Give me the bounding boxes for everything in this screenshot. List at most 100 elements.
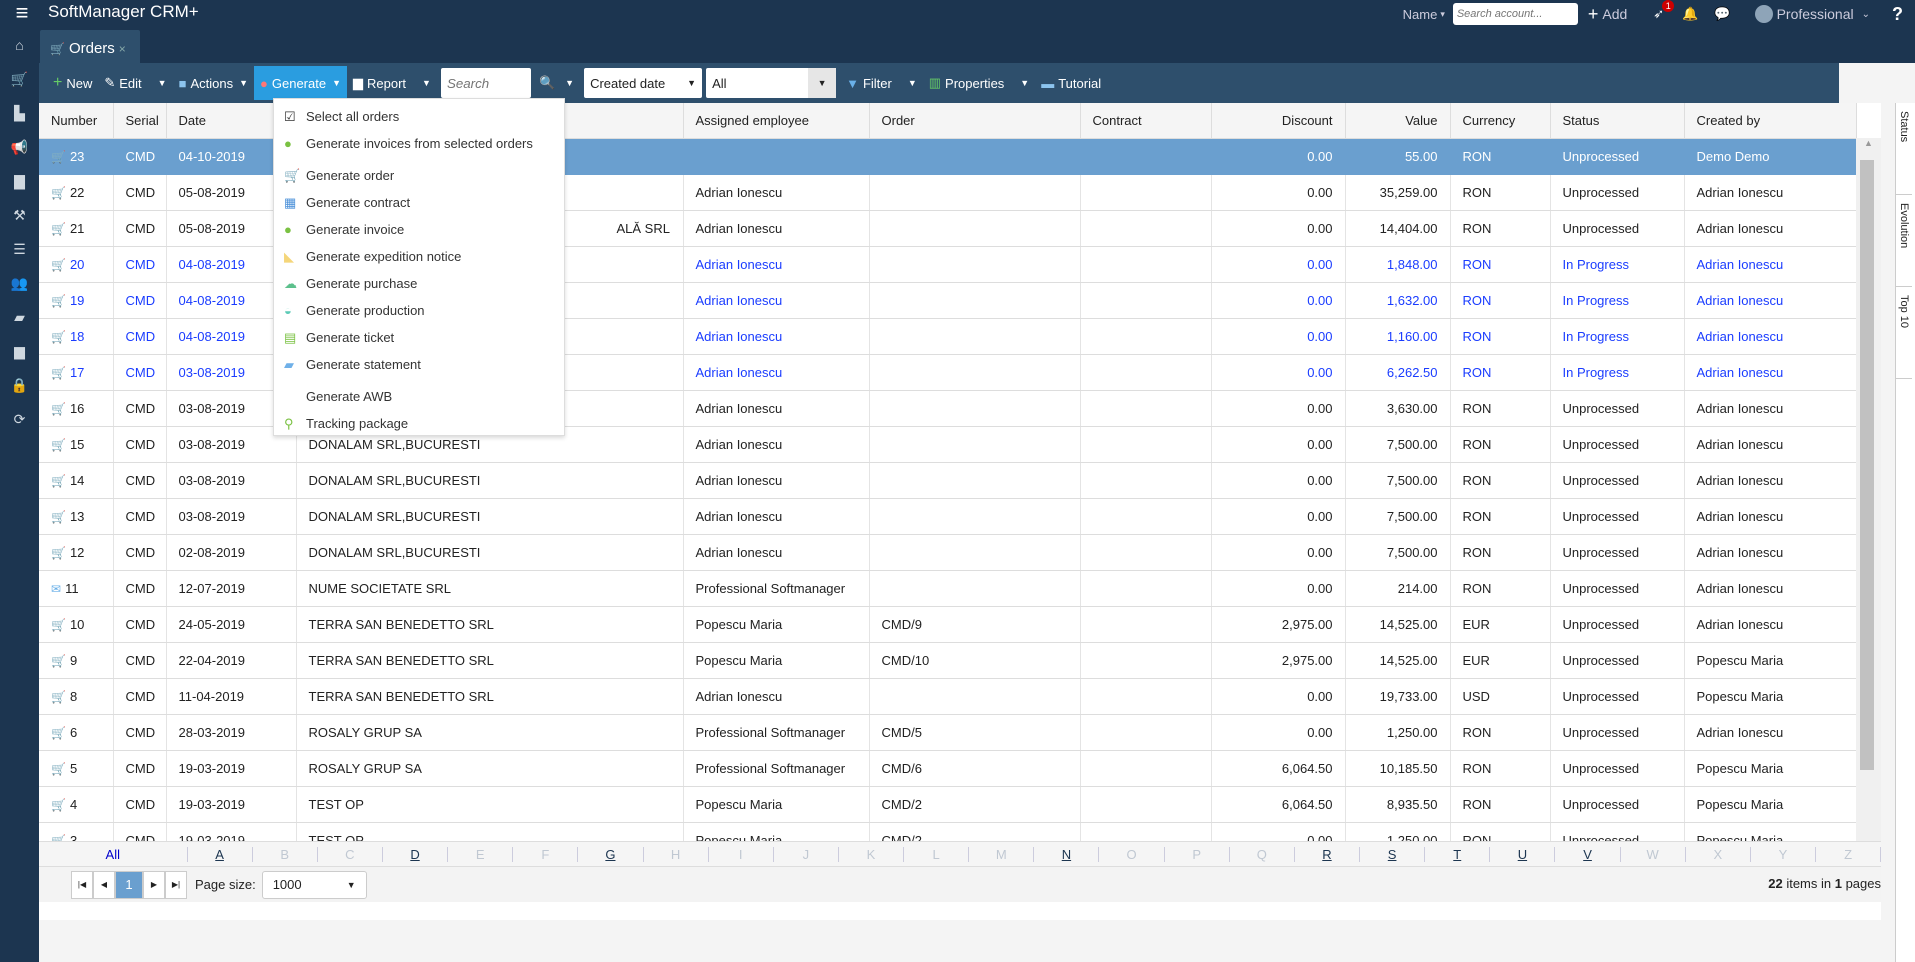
- alphabet-letter-s[interactable]: S: [1360, 846, 1426, 862]
- alphabet-letter-f[interactable]: F: [513, 846, 579, 862]
- page-size-select[interactable]: 1000 ▼: [261, 870, 367, 899]
- alphabet-letter-q[interactable]: Q: [1230, 846, 1295, 862]
- column-header[interactable]: Assigned employee: [683, 103, 870, 139]
- refresh-icon[interactable]: ⟳: [0, 402, 39, 436]
- column-header[interactable]: Value: [1345, 103, 1451, 139]
- table-row[interactable]: 🛒 3 CMD 19-03-2019 TEST OP Popescu Maria CMD/2…: [39, 822, 1857, 841]
- menu-item-generate-invoice[interactable]: ● Generate invoice: [274, 216, 564, 243]
- tutorial-button[interactable]: ▬ Tutorial: [1035, 66, 1107, 100]
- alphabet-letter-m[interactable]: M: [969, 846, 1035, 862]
- alphabet-letter-k[interactable]: K: [839, 846, 905, 862]
- filter-button[interactable]: ▼ Filter ▼: [840, 66, 923, 100]
- period-select[interactable]: All ▼: [706, 68, 837, 98]
- table-row[interactable]: 🛒 10 CMD 24-05-2019 TERRA SAN BENEDETTO SRL P…: [39, 606, 1857, 643]
- column-header[interactable]: Currency: [1450, 103, 1551, 139]
- alphabet-letter-d[interactable]: D: [383, 846, 449, 862]
- table-row[interactable]: 🛒 6 CMD 28-03-2019 ROSALY GRUP SA Professiona…: [39, 714, 1857, 751]
- properties-button[interactable]: ▥ Properties ▼: [923, 66, 1035, 100]
- search-field-selector[interactable]: Name: [1403, 7, 1438, 22]
- caret-down-icon[interactable]: ▼: [1020, 78, 1029, 88]
- column-header[interactable]: Serial: [113, 103, 167, 139]
- alphabet-letter-r[interactable]: R: [1295, 846, 1361, 862]
- search-input[interactable]: [440, 68, 531, 98]
- last-page-button[interactable]: ▶|: [165, 870, 187, 899]
- table-row[interactable]: 🛒 13 CMD 03-08-2019 DONALAM SRL,BUCURESTI Adr…: [39, 498, 1857, 535]
- menu-item-generate-invoices-from-selected-orders[interactable]: ● Generate invoices from selected orders: [274, 130, 564, 157]
- alphabet-letter-g[interactable]: G: [578, 846, 644, 862]
- column-header[interactable]: Created by: [1684, 103, 1857, 139]
- bell-icon[interactable]: 🔔: [1682, 6, 1698, 22]
- alphabet-letter-l[interactable]: L: [904, 846, 970, 862]
- prev-page-button[interactable]: ◀: [93, 870, 115, 899]
- column-header[interactable]: Number: [39, 103, 114, 139]
- alphabet-letter-c[interactable]: C: [318, 846, 383, 862]
- menu-item-tracking-package[interactable]: ⚲ Tracking package: [274, 410, 564, 437]
- table-row[interactable]: 🛒 8 CMD 11-04-2019 TERRA SAN BENEDETTO SRL Ad…: [39, 678, 1857, 715]
- cart-icon[interactable]: 🛒: [0, 62, 39, 96]
- caret-down-icon[interactable]: ▼: [565, 78, 574, 88]
- caret-down-icon[interactable]: ▼: [158, 78, 167, 88]
- search-icon[interactable]: 🔍: [539, 75, 555, 91]
- report-button[interactable]: ▆ Report ▼: [347, 66, 437, 100]
- megaphone-icon[interactable]: 📢: [0, 130, 39, 164]
- avatar[interactable]: [1754, 5, 1773, 23]
- table-row[interactable]: ✉ 11 CMD 12-07-2019 NUME SOCIETATE SRL Profes…: [39, 570, 1857, 607]
- alphabet-letter-y[interactable]: Y: [1751, 846, 1817, 862]
- hamburger-icon[interactable]: ≡: [8, 2, 36, 26]
- table-row[interactable]: 🛒 12 CMD 02-08-2019 DONALAM SRL,BUCURESTI Adr…: [39, 534, 1857, 571]
- menu-item-generate-contract[interactable]: ▦ Generate contract: [274, 189, 564, 216]
- chat-icon[interactable]: 💬: [1714, 6, 1730, 22]
- right-panel-tab-evolution[interactable]: Evolution: [1896, 195, 1912, 287]
- menu-item-generate-production[interactable]: ◒ Generate production: [274, 297, 564, 324]
- new-button[interactable]: + New: [47, 66, 98, 100]
- menu-item-generate-ticket[interactable]: ▤ Generate ticket: [274, 324, 564, 351]
- vertical-scrollbar[interactable]: ▲: [1856, 138, 1881, 841]
- add-button[interactable]: Add: [1602, 6, 1627, 22]
- account-search-input[interactable]: [1452, 3, 1578, 25]
- rocket-icon[interactable]: ➶ 1: [1653, 0, 1675, 22]
- edit-button[interactable]: ✎ Edit ▼: [98, 66, 172, 100]
- users-icon[interactable]: 👥: [0, 266, 39, 300]
- close-icon[interactable]: ×: [119, 42, 126, 56]
- alphabet-letter-a[interactable]: A: [188, 846, 253, 862]
- briefcase-icon[interactable]: ▇: [0, 164, 39, 198]
- table-row[interactable]: 🛒 5 CMD 19-03-2019 ROSALY GRUP SA Professiona…: [39, 750, 1857, 787]
- database-icon[interactable]: ☰: [0, 232, 39, 266]
- menu-item-generate-statement[interactable]: ▰ Generate statement: [274, 351, 564, 378]
- alphabet-all[interactable]: All: [39, 846, 188, 862]
- column-header[interactable]: Discount: [1211, 103, 1346, 139]
- alphabet-letter-n[interactable]: N: [1034, 846, 1100, 862]
- right-panel-tab-top-10[interactable]: Top 10: [1896, 287, 1912, 379]
- menu-item-select-all-orders[interactable]: ☑ Select all orders: [274, 103, 564, 130]
- folder-icon[interactable]: ▰: [0, 300, 39, 334]
- caret-down-icon[interactable]: ▼: [422, 78, 431, 88]
- alphabet-letter-b[interactable]: B: [253, 846, 318, 862]
- right-panel-tab-status[interactable]: Status: [1896, 103, 1912, 195]
- alphabet-letter-t[interactable]: T: [1425, 846, 1491, 862]
- alphabet-letter-p[interactable]: P: [1165, 846, 1230, 862]
- column-header[interactable]: Status: [1550, 103, 1685, 139]
- menu-item-generate-awb[interactable]: Generate AWB: [274, 383, 564, 410]
- help-icon[interactable]: ?: [1892, 4, 1903, 25]
- alphabet-letter-e[interactable]: E: [448, 846, 514, 862]
- alphabet-letter-x[interactable]: X: [1686, 846, 1751, 862]
- table-row[interactable]: 🛒 14 CMD 03-08-2019 DONALAM SRL,BUCURESTI Adr…: [39, 462, 1857, 499]
- alphabet-letter-o[interactable]: O: [1099, 846, 1165, 862]
- alphabet-letter-v[interactable]: V: [1555, 846, 1621, 862]
- alphabet-letter-j[interactable]: J: [774, 846, 839, 862]
- current-page[interactable]: 1: [115, 870, 143, 899]
- table-row[interactable]: 🛒 4 CMD 19-03-2019 TEST OP Popescu Maria CMD/2…: [39, 786, 1857, 823]
- column-header[interactable]: Contract: [1080, 103, 1212, 139]
- scroll-up-icon[interactable]: ▲: [1856, 138, 1881, 148]
- column-header[interactable]: Order: [869, 103, 1081, 139]
- menu-item-generate-order[interactable]: 🛒 Generate order: [274, 162, 564, 189]
- alphabet-letter-z[interactable]: Z: [1816, 846, 1882, 862]
- printer-icon[interactable]: ▆: [0, 334, 39, 368]
- first-page-button[interactable]: |◀: [71, 870, 93, 899]
- hammer-icon[interactable]: ⚒: [0, 198, 39, 232]
- home-icon[interactable]: ⌂: [0, 28, 39, 62]
- chart-icon[interactable]: ▙: [0, 96, 39, 130]
- alphabet-letter-i[interactable]: I: [709, 846, 774, 862]
- generate-button[interactable]: ● Generate ▼: [254, 66, 347, 100]
- table-row[interactable]: 🛒 9 CMD 22-04-2019 TERRA SAN BENEDETTO SRL Po…: [39, 642, 1857, 679]
